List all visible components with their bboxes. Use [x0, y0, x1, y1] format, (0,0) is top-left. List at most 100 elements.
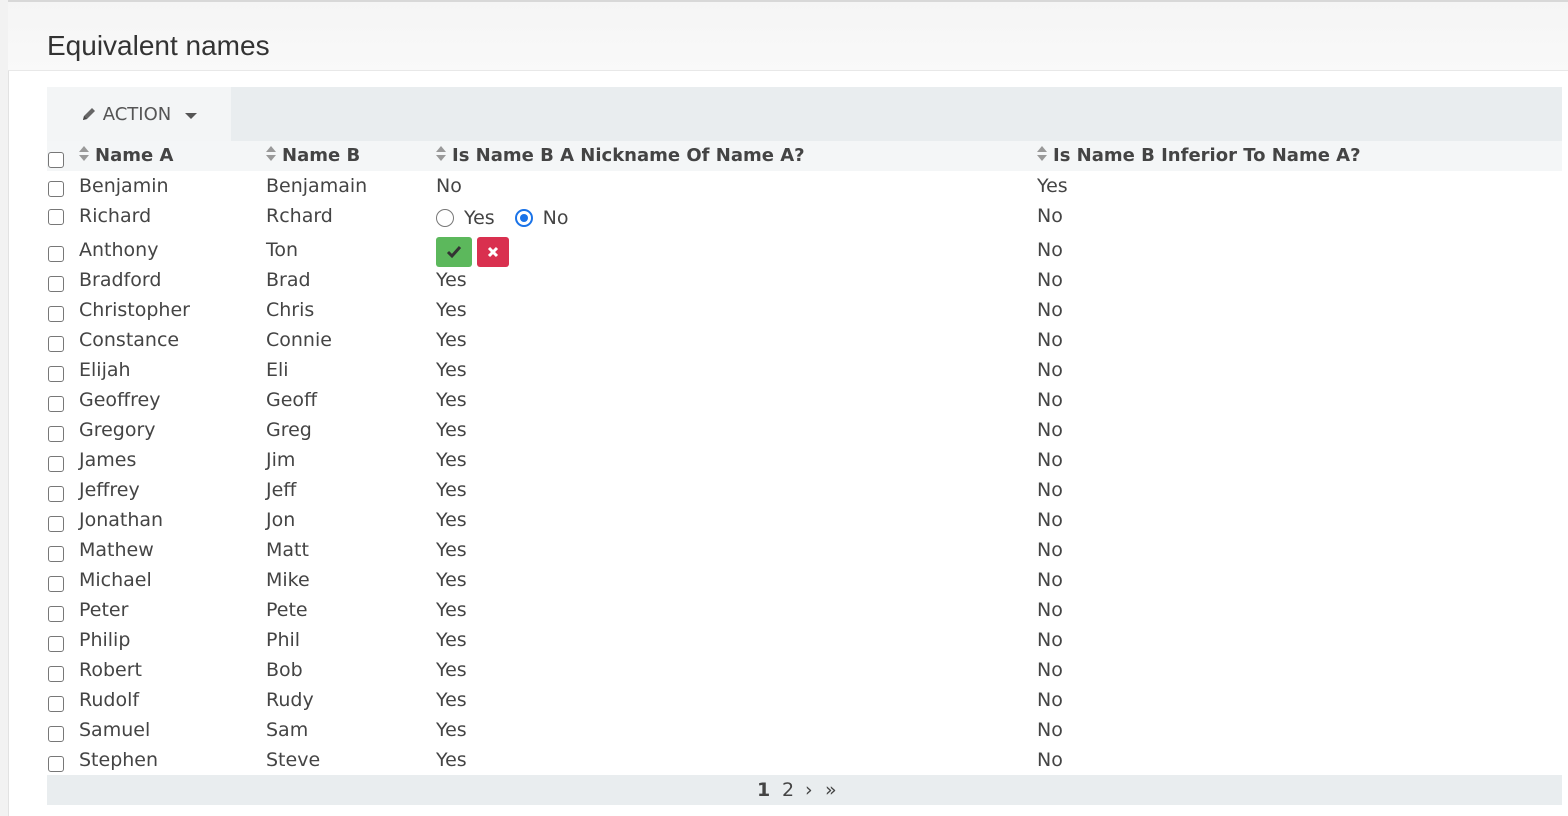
row-checkbox[interactable]	[48, 366, 64, 382]
nickname-cell: Yes	[436, 509, 467, 531]
nickname-cell: Yes	[436, 419, 467, 441]
row-checkbox[interactable]	[48, 336, 64, 352]
nickname-cell: Yes	[436, 359, 467, 381]
inferior-cell: No	[1037, 569, 1063, 591]
row-checkbox[interactable]	[48, 576, 64, 592]
row-checkbox[interactable]	[48, 426, 64, 442]
name-b-cell: Greg	[266, 419, 312, 441]
name-a-cell: Jonathan	[79, 509, 164, 531]
nickname-cell: Yes	[436, 719, 467, 741]
inferior-cell: No	[1037, 239, 1063, 261]
name-a-cell: Constance	[79, 329, 180, 351]
name-b-cell: Benjamain	[266, 175, 368, 197]
name-a-cell: Michael	[79, 569, 152, 591]
row-checkbox[interactable]	[48, 756, 64, 772]
name-b-cell: Ton	[266, 239, 299, 261]
row-checkbox[interactable]	[48, 396, 64, 412]
row-checkbox[interactable]	[48, 181, 64, 197]
inferior-cell: No	[1037, 539, 1063, 561]
name-b-cell: Phil	[266, 629, 301, 651]
nickname-cell: Yes	[436, 689, 467, 711]
name-a-cell: Richard	[79, 205, 152, 227]
row-checkbox[interactable]	[48, 456, 64, 472]
row-checkbox[interactable]	[48, 666, 64, 682]
name-a-cell: Christopher	[79, 299, 190, 321]
name-b-cell: Rudy	[266, 689, 314, 711]
toolbar: ACTION	[47, 87, 1562, 141]
name-b-cell: Jeff	[266, 479, 297, 501]
table-header: Name A Name B Is Name B A Nickname Of Na…	[47, 141, 1562, 171]
name-b-cell: Mike	[266, 569, 310, 591]
name-b-cell: Chris	[266, 299, 315, 321]
nickname-cell: Yes	[436, 389, 467, 411]
name-b-cell: Connie	[266, 329, 332, 351]
row-checkbox[interactable]	[48, 726, 64, 742]
name-b-cell: Steve	[266, 749, 321, 771]
nickname-cell: Yes	[436, 269, 467, 291]
inferior-cell: No	[1037, 479, 1063, 501]
inferior-cell: No	[1037, 629, 1063, 651]
next-page-link[interactable]: ›	[805, 775, 813, 805]
pencil-icon	[81, 106, 97, 122]
name-a-cell: Geoffrey	[79, 389, 161, 411]
name-a-cell: Jeffrey	[79, 479, 140, 501]
confirm-edit-button[interactable]	[436, 237, 472, 267]
nickname-cell: No	[436, 175, 462, 197]
nickname-cell: Yes	[436, 629, 467, 651]
inferior-cell: No	[1037, 599, 1063, 621]
column-header-name-b[interactable]: Name B	[266, 141, 360, 171]
row-checkbox[interactable]	[48, 606, 64, 622]
row-checkbox[interactable]	[48, 306, 64, 322]
name-a-cell: Elijah	[79, 359, 131, 381]
sort-icon	[266, 146, 276, 162]
name-b-cell: Eli	[266, 359, 289, 381]
inferior-cell: No	[1037, 719, 1063, 741]
action-label: ACTION	[102, 103, 172, 125]
name-a-cell: Bradford	[79, 269, 162, 291]
radio-label: No	[542, 207, 569, 229]
column-header-nickname[interactable]: Is Name B A Nickname Of Name A?	[436, 141, 805, 171]
inferior-cell: No	[1037, 359, 1063, 381]
row-checkbox[interactable]	[48, 246, 64, 262]
nickname-cell: Yes	[436, 749, 467, 771]
row-checkbox[interactable]	[48, 546, 64, 562]
nickname-cell: Yes	[436, 479, 467, 501]
row-checkbox[interactable]	[48, 696, 64, 712]
name-a-cell: Mathew	[79, 539, 154, 561]
check-icon	[446, 246, 462, 259]
page-link-current[interactable]: 1	[757, 775, 770, 805]
nickname-cell: Yes	[436, 449, 467, 471]
inferior-cell: Yes	[1037, 175, 1068, 197]
name-a-cell: Stephen	[79, 749, 159, 771]
radio-yes[interactable]	[436, 209, 454, 227]
name-a-cell: Rudolf	[79, 689, 140, 711]
sort-icon	[1037, 146, 1047, 162]
select-all-checkbox[interactable]	[48, 152, 64, 168]
radio-no[interactable]	[514, 209, 533, 227]
action-dropdown-button[interactable]: ACTION	[47, 87, 231, 141]
name-b-cell: Bob	[266, 659, 303, 681]
last-page-link[interactable]: »	[825, 775, 837, 805]
name-b-cell: Jim	[266, 449, 296, 471]
nickname-cell: Yes	[436, 329, 467, 351]
row-checkbox[interactable]	[48, 276, 64, 292]
name-a-cell: Peter	[79, 599, 129, 621]
name-a-cell: Samuel	[79, 719, 151, 741]
page-title: Equivalent names	[47, 30, 270, 61]
name-b-cell: Pete	[266, 599, 308, 621]
inferior-cell: No	[1037, 449, 1063, 471]
nickname-cell: Yes	[436, 659, 467, 681]
inferior-cell: No	[1037, 389, 1063, 411]
row-checkbox[interactable]	[48, 486, 64, 502]
column-header-name-a[interactable]: Name A	[79, 141, 173, 171]
column-header-inferior[interactable]: Is Name B Inferior To Name A?	[1037, 141, 1361, 171]
name-b-cell: Brad	[266, 269, 311, 291]
cancel-edit-button[interactable]	[477, 237, 509, 267]
page-link[interactable]: 2	[782, 775, 794, 805]
row-checkbox[interactable]	[48, 209, 64, 225]
row-checkbox[interactable]	[48, 516, 64, 532]
name-a-cell: James	[79, 449, 137, 471]
row-checkbox[interactable]	[48, 636, 64, 652]
name-b-cell: Rchard	[266, 205, 333, 227]
radio-label: Yes	[464, 207, 495, 229]
